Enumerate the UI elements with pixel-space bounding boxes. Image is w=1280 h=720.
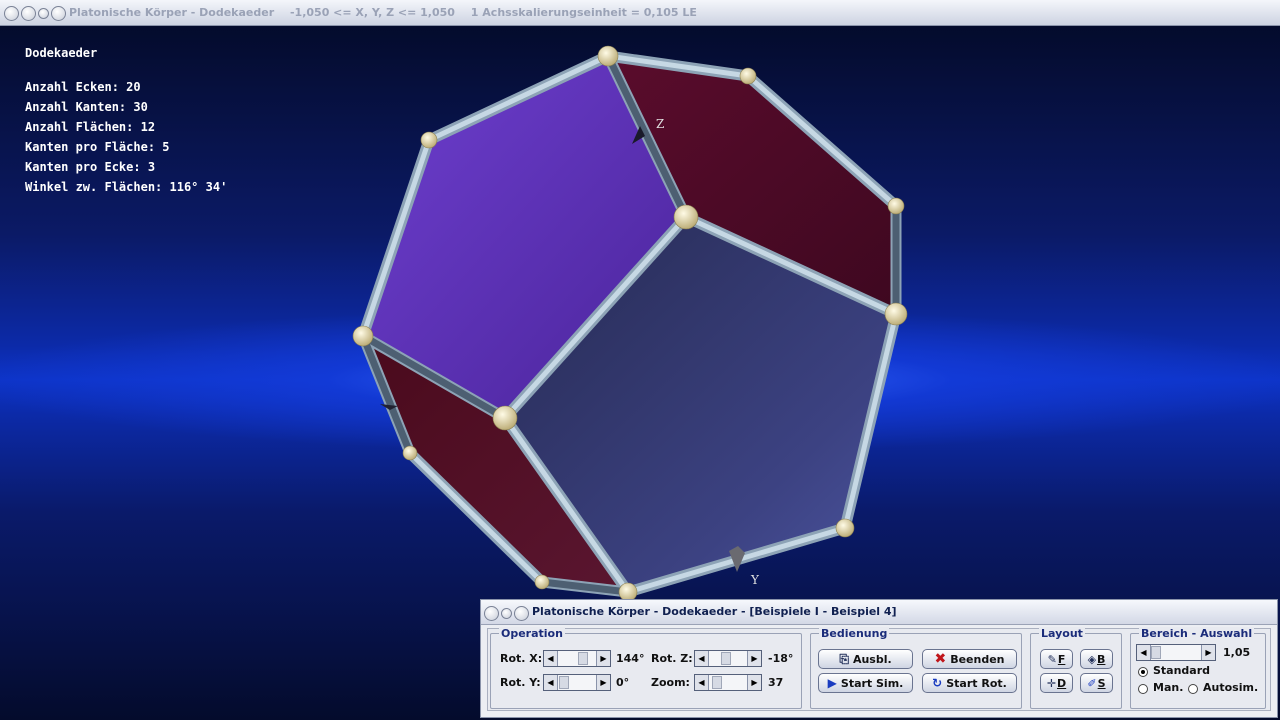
control-dialog: Platonische Körper - Dodekaeder - [Beisp…: [480, 599, 1278, 718]
dialog-window-buttons: [484, 604, 529, 622]
bereich-title: Bereich - Auswahl: [1139, 627, 1255, 640]
dialog-title: Platonische Körper - Dodekaeder - [Beisp…: [532, 605, 897, 618]
dialog-body: Operation Rot. X: ◀ ▶ 144° Rot. Z: ◀ ▶ -…: [487, 627, 1271, 711]
autosim-radio[interactable]: [1188, 684, 1198, 694]
info-row: Anzahl Ecken: 20: [25, 80, 141, 94]
ausbl-label: Ausbl.: [852, 652, 892, 666]
rot-z-slider[interactable]: ◀ ▶: [694, 650, 762, 667]
layout-d-button[interactable]: ✛ D: [1040, 673, 1073, 693]
ausbl-button[interactable]: ⎘ Ausbl.: [818, 649, 913, 669]
left-arrow-icon[interactable]: ◀: [1137, 645, 1151, 660]
pen-icon: ✐: [1087, 676, 1097, 690]
zoom-slider[interactable]: ◀ ▶: [694, 674, 762, 691]
start-rot-label: Start Rot.: [946, 676, 1007, 690]
paint-bucket-icon: ◈: [1087, 652, 1097, 666]
window-title-range: -1,050 <= X, Y, Z <= 1,050: [289, 6, 455, 19]
start-sim-button[interactable]: ▶ Start Sim.: [818, 673, 913, 693]
bedienung-group: Bedienung ⎘ Ausbl. ✖ Beenden ▶ Start Sim…: [810, 627, 1022, 709]
bereich-value: 1,05: [1223, 646, 1251, 659]
layout-b-button[interactable]: ◈ B: [1080, 649, 1113, 669]
slider-thumb[interactable]: [559, 676, 569, 689]
window-menu-icon[interactable]: [4, 5, 19, 21]
right-arrow-icon[interactable]: ▶: [596, 675, 610, 690]
start-rot-button[interactable]: ↻ Start Rot.: [922, 673, 1017, 693]
window-title: Platonische Körper - Dodekaeder -1,050 <…: [69, 6, 709, 19]
operation-title: Operation: [499, 627, 565, 640]
dialog-close-icon[interactable]: [514, 605, 529, 621]
layout-f-button[interactable]: ✎ F: [1040, 649, 1073, 669]
eraser-icon: ✎: [1047, 652, 1057, 666]
info-row: Anzahl Flächen: 12: [25, 120, 156, 134]
zoom-label: Zoom:: [651, 676, 690, 689]
info-row: Winkel zw. Flächen: 116° 34': [25, 180, 228, 194]
right-arrow-icon[interactable]: ▶: [596, 651, 610, 666]
slider-thumb[interactable]: [1151, 646, 1161, 659]
rot-y-label: Rot. Y:: [500, 676, 541, 689]
bedienung-title: Bedienung: [819, 627, 890, 640]
bereich-group: Bereich - Auswahl ◀ ▶ 1,05 Standard Man.…: [1130, 627, 1266, 709]
autosim-label: Autosim.: [1203, 681, 1259, 694]
layout-s-label: S: [1097, 676, 1106, 690]
dialog-titlebar[interactable]: Platonische Körper - Dodekaeder - [Beisp…: [481, 600, 1277, 625]
rot-y-slider[interactable]: ◀ ▶: [543, 674, 611, 691]
close-icon[interactable]: [51, 5, 66, 21]
window-title-scale: 1 Achsskalierungseinheit = 0,105 LE: [470, 6, 697, 19]
dialog-minimize-icon[interactable]: [501, 607, 512, 619]
layout-title: Layout: [1039, 627, 1085, 640]
minimize-icon[interactable]: [21, 5, 36, 21]
close-x-icon: ✖: [934, 651, 947, 667]
maximize-icon[interactable]: [38, 7, 49, 19]
left-arrow-icon[interactable]: ◀: [695, 675, 709, 690]
right-arrow-icon[interactable]: ▶: [747, 651, 761, 666]
rot-x-slider[interactable]: ◀ ▶: [543, 650, 611, 667]
info-row: Kanten pro Ecke: 3: [25, 160, 156, 174]
man-radio[interactable]: [1138, 684, 1148, 694]
hide-icon: ⎘: [839, 652, 849, 666]
standard-radio[interactable]: [1138, 667, 1148, 677]
layout-d-label: D: [1057, 676, 1067, 690]
info-row: Anzahl Kanten: 30: [25, 100, 148, 114]
start-sim-label: Start Sim.: [840, 676, 904, 690]
beenden-label: Beenden: [950, 652, 1005, 666]
slider-thumb[interactable]: [578, 652, 588, 665]
standard-label: Standard: [1153, 664, 1211, 677]
left-arrow-icon[interactable]: ◀: [695, 651, 709, 666]
rot-y-value: 0°: [616, 676, 630, 689]
layout-s-button[interactable]: ✐ S: [1080, 673, 1113, 693]
slider-thumb[interactable]: [721, 652, 731, 665]
window-title-name: Platonische Körper - Dodekaeder: [69, 6, 275, 19]
layout-b-label: B: [1097, 652, 1106, 666]
play-icon: ▶: [827, 676, 837, 690]
rot-z-label: Rot. Z:: [651, 652, 693, 665]
info-heading: Dodekaeder: [25, 46, 98, 60]
rotate-icon: ↻: [932, 676, 943, 690]
axis-z-label: Z: [656, 117, 664, 131]
beenden-button[interactable]: ✖ Beenden: [922, 649, 1017, 669]
rot-x-label: Rot. X:: [500, 652, 543, 665]
layout-group: Layout ✎ F ◈ B ✛ D ✐ S: [1030, 627, 1122, 709]
main-titlebar[interactable]: Platonische Körper - Dodekaeder -1,050 <…: [0, 0, 1280, 26]
slider-thumb[interactable]: [712, 676, 722, 689]
rot-z-value: -18°: [768, 652, 794, 665]
dialog-menu-icon[interactable]: [484, 605, 499, 621]
operation-group: Operation Rot. X: ◀ ▶ 144° Rot. Z: ◀ ▶ -…: [490, 627, 802, 709]
axis-y-label: Y: [750, 573, 760, 587]
info-panel: Dodekaeder Anzahl Ecken: 20 Anzahl Kante…: [25, 46, 227, 200]
left-arrow-icon[interactable]: ◀: [544, 651, 558, 666]
right-arrow-icon[interactable]: ▶: [1201, 645, 1215, 660]
bereich-slider[interactable]: ◀ ▶: [1136, 644, 1216, 661]
rot-x-value: 144°: [616, 652, 645, 665]
zoom-value: 37: [768, 676, 784, 689]
left-arrow-icon[interactable]: ◀: [544, 675, 558, 690]
right-arrow-icon[interactable]: ▶: [747, 675, 761, 690]
window-buttons: [4, 4, 66, 22]
layout-f-label: F: [1057, 652, 1066, 666]
info-row: Kanten pro Fläche: 5: [25, 140, 170, 154]
man-label: Man.: [1153, 681, 1184, 694]
crosshair-icon: ✛: [1046, 676, 1057, 690]
